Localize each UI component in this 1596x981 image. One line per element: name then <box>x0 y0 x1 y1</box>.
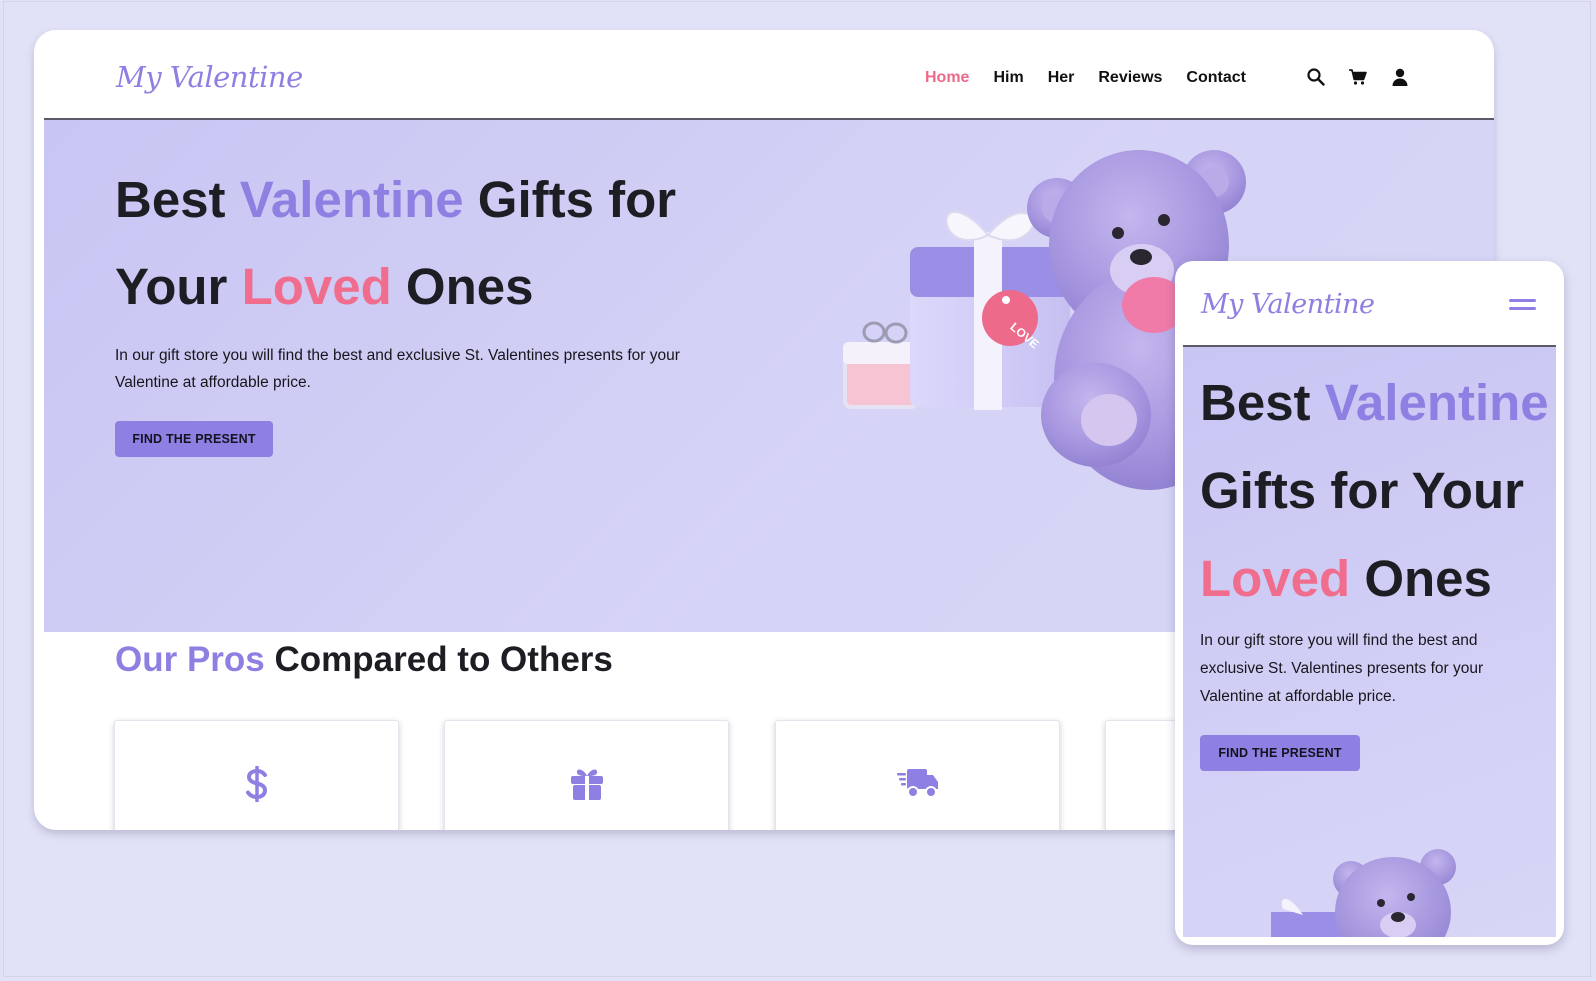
hamburger-icon[interactable] <box>1509 299 1536 313</box>
mobile-mockup: My Valentine Best Valentine Gifts for Yo… <box>1175 261 1564 945</box>
hamburger-line <box>1509 307 1536 310</box>
pro-card-delivery <box>775 720 1060 830</box>
nav-her[interactable]: Her <box>1048 69 1075 87</box>
pros-title-rest: Compared to Others <box>264 640 613 679</box>
hamburger-line <box>1509 299 1536 302</box>
site-header: My Valentine Home Him Her Reviews Contac… <box>34 30 1494 118</box>
nav-home[interactable]: Home <box>925 69 969 87</box>
mobile-teddy-bear-illustration <box>1271 849 1456 937</box>
gift-icon <box>570 769 603 800</box>
cart-icon[interactable] <box>1348 67 1368 87</box>
mobile-hero-section: Best Valentine Gifts for Your Loved Ones… <box>1183 345 1556 937</box>
nav-contact[interactable]: Contact <box>1186 69 1246 87</box>
pros-section-title: Our Pros Compared to Others <box>115 640 613 680</box>
search-icon[interactable] <box>1306 67 1326 87</box>
mobile-header: My Valentine <box>1175 261 1564 347</box>
brand-logo[interactable]: My Valentine <box>116 60 303 94</box>
pro-card-gift <box>444 720 729 830</box>
pro-card-price <box>114 720 399 830</box>
truck-icon <box>896 769 938 798</box>
main-nav: Home Him Her Reviews Contact <box>925 69 1246 87</box>
header-icons <box>1306 67 1410 87</box>
nav-reviews[interactable]: Reviews <box>1098 69 1162 87</box>
dollar-icon <box>245 766 267 802</box>
mobile-brand-logo[interactable]: My Valentine <box>1201 289 1375 320</box>
pros-title-highlight: Our Pros <box>115 640 265 679</box>
user-icon[interactable] <box>1390 67 1410 87</box>
nav-him[interactable]: Him <box>993 69 1023 87</box>
